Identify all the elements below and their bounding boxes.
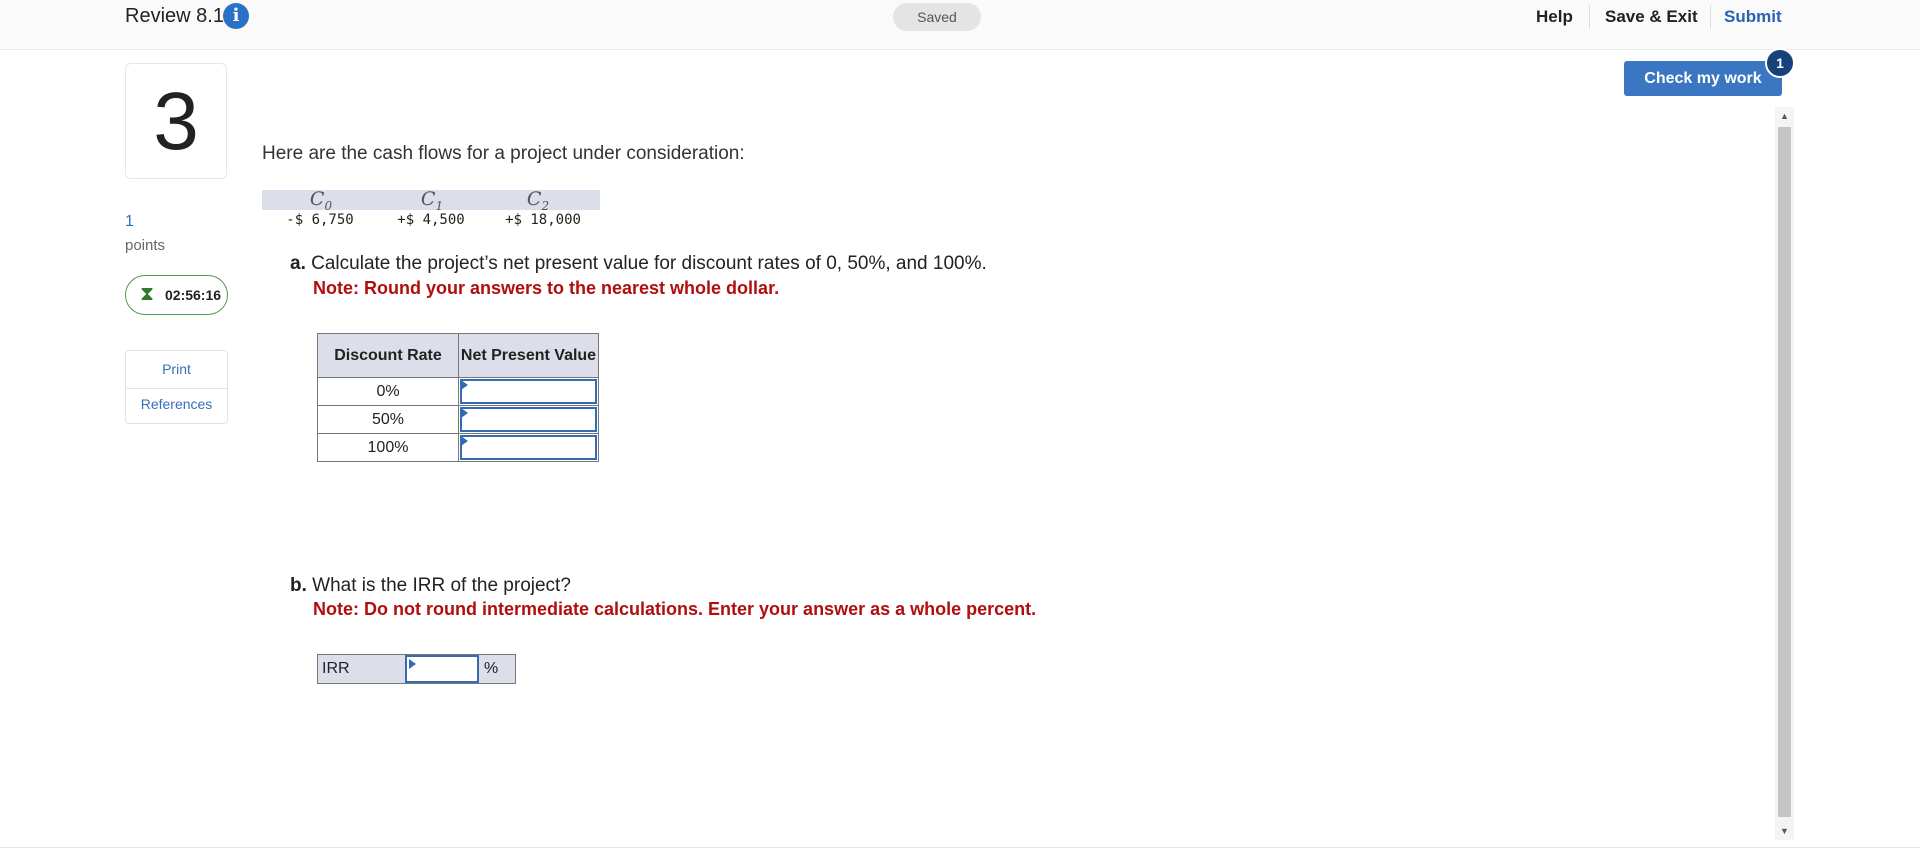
npv-header: Net Present Value	[458, 333, 599, 378]
answer-marker-icon	[461, 408, 468, 418]
cash-flow-header-c1: C1	[420, 188, 444, 213]
bottom-divider	[0, 847, 1920, 848]
timer: ⧗ 02:56:16	[125, 275, 228, 315]
scroll-thumb[interactable]	[1778, 127, 1791, 817]
table-row: 0%	[317, 377, 599, 406]
side-links: Print References	[125, 350, 228, 424]
part-b-question: b. What is the IRR of the project?	[290, 575, 571, 597]
part-a-letter: a.	[290, 253, 306, 274]
part-a-note: Note: Round your answers to the nearest …	[313, 278, 780, 298]
cash-flow-value-c0: -$ 6,750	[286, 212, 354, 228]
discount-rate-header: Discount Rate	[317, 333, 459, 378]
cash-flow-value-c1: +$ 4,500	[397, 212, 465, 228]
npv-answer-cell	[458, 377, 599, 406]
question-number: 3	[125, 63, 227, 179]
cash-flow-value-c2: +$ 18,000	[505, 212, 581, 228]
cash-flow-header-c2: C2	[526, 188, 550, 213]
table-row: 50%	[317, 405, 599, 434]
divider	[1710, 5, 1711, 29]
npv-table: Discount Rate Net Present Value 0% 50% 1…	[317, 333, 599, 462]
irr-input[interactable]	[405, 655, 479, 683]
scrollbar[interactable]: ▲ ▼	[1775, 107, 1794, 840]
check-work-count-badge: 1	[1765, 48, 1795, 78]
divider	[1589, 5, 1590, 29]
part-a-text: Calculate the project’s net present valu…	[311, 253, 987, 274]
part-b-text: What is the IRR of the project?	[312, 575, 571, 596]
answer-marker-icon	[461, 436, 468, 446]
discount-rate-cell: 100%	[317, 433, 459, 462]
cash-flow-table: C0 C1 C2 -$ 6,750 +$ 4,500 +$ 18,000	[262, 188, 600, 232]
assignment-title: Review 8.1	[125, 5, 224, 27]
hourglass-icon: ⧗	[140, 283, 155, 305]
part-b-note: Note: Do not round intermediate calculat…	[313, 599, 1037, 619]
discount-rate-cell: 50%	[317, 405, 459, 434]
answer-marker-icon	[409, 659, 416, 669]
npv-answer-cell	[458, 405, 599, 434]
divider	[126, 388, 227, 389]
irr-answer-box: IRR %	[317, 654, 516, 684]
npv-input[interactable]	[460, 435, 597, 460]
part-b-letter: b.	[290, 575, 307, 596]
check-my-work-button[interactable]: Check my work	[1624, 61, 1782, 96]
top-bar: Review 8.1 i Saved Help Save & Exit Subm…	[0, 0, 1920, 50]
info-icon[interactable]: i	[223, 3, 249, 29]
points-value: 1	[125, 213, 134, 230]
irr-percent-unit: %	[484, 660, 499, 677]
table-row: 100%	[317, 433, 599, 462]
scroll-down-arrow-icon[interactable]: ▼	[1775, 822, 1794, 840]
irr-label: IRR	[322, 660, 350, 677]
print-link[interactable]: Print	[126, 361, 227, 377]
npv-input[interactable]	[460, 379, 597, 404]
references-link[interactable]: References	[126, 396, 227, 412]
discount-rate-cell: 0%	[317, 377, 459, 406]
help-link[interactable]: Help	[1536, 7, 1573, 27]
timer-text: 02:56:16	[165, 287, 222, 303]
saved-status-badge: Saved	[893, 3, 981, 31]
submit-link[interactable]: Submit	[1724, 7, 1782, 27]
npv-input[interactable]	[460, 407, 597, 432]
answer-marker-icon	[461, 380, 468, 390]
question-intro: Here are the cash flows for a project un…	[262, 143, 745, 164]
cash-flow-header-c0: C0	[309, 188, 333, 213]
save-exit-link[interactable]: Save & Exit	[1605, 7, 1698, 27]
scroll-up-arrow-icon[interactable]: ▲	[1775, 107, 1794, 125]
npv-answer-cell	[458, 433, 599, 462]
points-label: points	[125, 237, 166, 254]
part-a-question: a. Calculate the project’s net present v…	[290, 253, 987, 275]
